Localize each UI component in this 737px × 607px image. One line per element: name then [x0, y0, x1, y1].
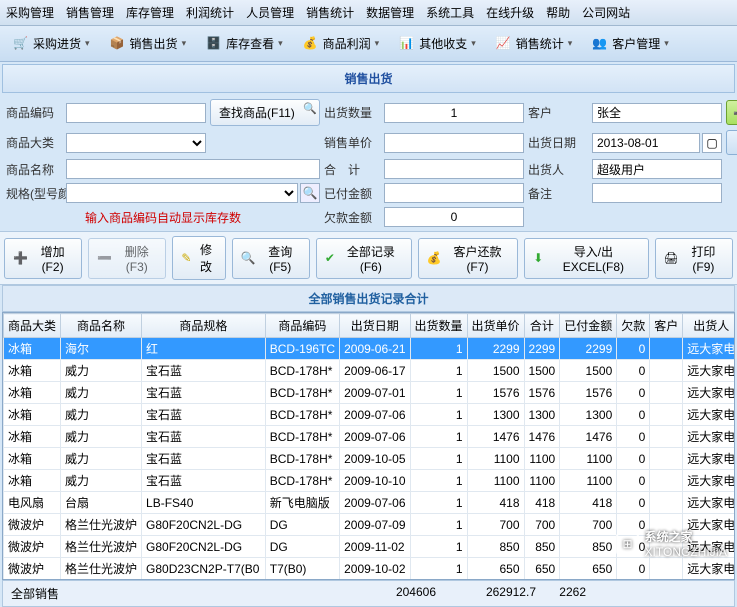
column-header[interactable]: 已付金额	[560, 314, 617, 338]
menu-item[interactable]: 帮助	[546, 4, 570, 21]
label-remark: 备注	[528, 185, 588, 202]
footer-total: 262912.7	[440, 583, 540, 604]
column-header[interactable]: 客户	[650, 314, 683, 338]
print-button[interactable]: 🖨打印(F9)	[655, 238, 733, 279]
main-menu: 采购管理销售管理库存管理利润统计人员管理销售统计数据管理系统工具在线升级帮助公司…	[0, 0, 737, 26]
hint-text: 输入商品编码自动显示库存数	[6, 209, 320, 226]
menu-item[interactable]: 利润统计	[186, 4, 234, 21]
menu-item[interactable]: 公司网站	[582, 4, 630, 21]
toolbar-button[interactable]: 📈销售统计▾	[487, 30, 582, 57]
summary-footer: 全部销售 204606 262912.7 2262	[2, 580, 735, 607]
find-product-button[interactable]: 查找商品(F11)	[210, 99, 320, 126]
toolbar-button[interactable]: 👥客户管理▾	[583, 30, 678, 57]
delete-button[interactable]: ➖删除(F3)	[88, 238, 166, 279]
menu-item[interactable]: 人员管理	[246, 4, 294, 21]
column-header[interactable]: 出货人	[683, 314, 735, 338]
table-row[interactable]: 微波炉格兰仕光波炉G80D23CN2P-T7(B0T7(B0)2009-10-0…	[4, 558, 736, 580]
input-total[interactable]	[384, 159, 524, 179]
menu-item[interactable]: 在线升级	[486, 4, 534, 21]
menu-item[interactable]: 销售管理	[66, 4, 114, 21]
footer-label: 全部销售	[7, 583, 67, 604]
column-header[interactable]: 合计	[524, 314, 560, 338]
menu-item[interactable]: 系统工具	[426, 4, 474, 21]
input-shipper[interactable]	[592, 159, 722, 179]
menu-item[interactable]: 采购管理	[6, 4, 54, 21]
action-bar: ➕增加(F2) ➖删除(F3) ✎修改 🔍查询(F5) ✔全部记录(F6) 💰客…	[0, 231, 737, 285]
table-row[interactable]: 冰箱威力宝石蓝BCD-178H*2009-07-0111576157615760…	[4, 382, 736, 404]
add-button[interactable]: ➕增加(F2)	[4, 238, 82, 279]
table-row[interactable]: 电风扇台扇LB-FS40新飞电脑版2009-07-0614184184180远大…	[4, 492, 736, 514]
input-code[interactable]	[66, 103, 206, 123]
select-spec[interactable]	[66, 183, 298, 203]
edit-button[interactable]: ✎修改	[172, 236, 225, 280]
menu-item[interactable]: 库存管理	[126, 4, 174, 21]
input-paid[interactable]	[384, 183, 524, 203]
toolbar-button[interactable]: 💰商品利润▾	[294, 30, 389, 57]
column-header[interactable]: 出货数量	[410, 314, 467, 338]
date-picker-button[interactable]: ▢	[702, 133, 722, 153]
spec-lookup-button[interactable]: 🔍	[300, 183, 320, 203]
grid-title: 全部销售出货记录合计	[2, 285, 735, 312]
select-category[interactable]	[66, 133, 206, 153]
column-header[interactable]: 出货日期	[340, 314, 410, 338]
excel-button[interactable]: ⬇导入/出EXCEL(F8)	[524, 238, 648, 279]
input-owed[interactable]	[384, 207, 524, 227]
column-header[interactable]: 商品编码	[265, 314, 339, 338]
input-remark[interactable]	[592, 183, 722, 203]
label-date: 出货日期	[528, 134, 588, 151]
table-row[interactable]: 冰箱威力宝石蓝BCD-178H*2009-06-1711500150015000…	[4, 360, 736, 382]
column-header[interactable]: 出货单价	[467, 314, 524, 338]
toolbar-button[interactable]: 📊其他收支▾	[390, 30, 485, 57]
entry-form: 商品编码 查找商品(F11) 出货数量 客户 ➕新添客户(F 商品大类 销售单价…	[0, 95, 737, 231]
table-row[interactable]: 冰箱威力宝石蓝BCD-178H*2009-07-0611476147614760…	[4, 426, 736, 448]
toolbar-icon: 📦	[110, 36, 126, 52]
label-name: 商品名称	[6, 161, 62, 178]
label-spec: 规格(型号颜色)	[6, 185, 62, 202]
label-total: 合 计	[324, 161, 380, 178]
toolbar-icon: 📈	[496, 36, 512, 52]
add-customer-button[interactable]: ➕新添客户(F	[726, 100, 737, 125]
footer-paid: 2262	[540, 583, 590, 604]
column-header[interactable]: 商品名称	[61, 314, 142, 338]
watermark: ⊞ 系统之家XITONGZHIJIA	[616, 528, 727, 559]
input-price[interactable]	[384, 133, 524, 153]
toolbar-icon: 🗄️	[206, 36, 222, 52]
label-category: 商品大类	[6, 134, 62, 151]
table-row[interactable]: 冰箱威力宝石蓝BCD-178H*2009-07-0611300130013000…	[4, 404, 736, 426]
panel-title: 销售出货	[2, 64, 735, 93]
label-owed: 欠款金额	[324, 209, 380, 226]
toolbar-icon: 📊	[399, 36, 415, 52]
toolbar-button[interactable]: 🛒采购进货▾	[4, 30, 99, 57]
label-price: 销售单价	[324, 134, 380, 151]
toolbar-button[interactable]: 📦销售出货▾	[101, 30, 196, 57]
label-paid: 已付金额	[324, 185, 380, 202]
repay-button[interactable]: 💰客户还款(F7)	[418, 238, 518, 279]
table-row[interactable]: 冰箱威力宝石蓝BCD-178H*2009-10-1011100110011000…	[4, 470, 736, 492]
footer-qty: 204606	[380, 583, 440, 604]
toolbar-icon: 💰	[303, 36, 319, 52]
query-button[interactable]: 🔍查询(F5)	[232, 238, 310, 279]
label-shipper: 出货人	[528, 161, 588, 178]
column-header[interactable]: 商品大类	[4, 314, 61, 338]
menu-item[interactable]: 销售统计	[306, 4, 354, 21]
customer-manage-button[interactable]: 👥客户管理	[726, 130, 737, 155]
label-code: 商品编码	[6, 104, 62, 121]
toolbar-button[interactable]: 🗄️库存查看▾	[197, 30, 292, 57]
column-header[interactable]: 欠款	[617, 314, 650, 338]
menu-item[interactable]: 数据管理	[366, 4, 414, 21]
main-toolbar: 🛒采购进货▾📦销售出货▾🗄️库存查看▾💰商品利润▾📊其他收支▾📈销售统计▾👥客户…	[0, 26, 737, 62]
toolbar-icon: 🛒	[13, 36, 29, 52]
input-customer[interactable]	[592, 103, 722, 123]
table-row[interactable]: 冰箱海尔红BCD-196TC2009-06-2112299229922990远大…	[4, 338, 736, 360]
label-qty: 出货数量	[324, 104, 380, 121]
input-qty[interactable]	[384, 103, 524, 123]
table-row[interactable]: 冰箱威力宝石蓝BCD-178H*2009-10-0511100110011000…	[4, 448, 736, 470]
column-header[interactable]: 商品规格	[142, 314, 266, 338]
label-customer: 客户	[528, 104, 588, 121]
toolbar-icon: 👥	[592, 36, 608, 52]
input-name[interactable]	[66, 159, 320, 179]
input-date[interactable]	[592, 133, 700, 153]
all-records-button[interactable]: ✔全部记录(F6)	[316, 238, 412, 279]
